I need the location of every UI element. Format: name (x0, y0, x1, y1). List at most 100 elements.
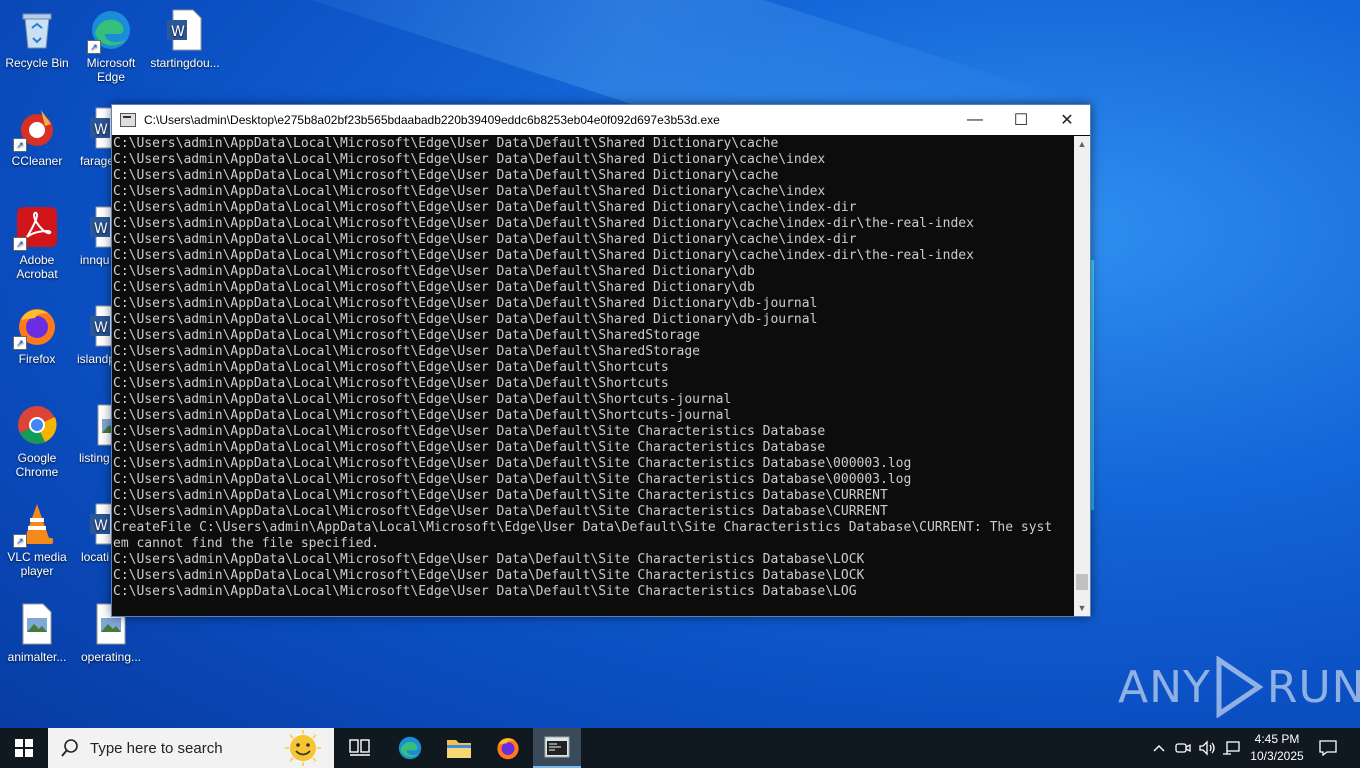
word-doc-icon: W (86, 106, 114, 150)
taskbar-firefox[interactable] (484, 728, 532, 768)
console-line: C:\Users\admin\AppData\Local\Microsoft\E… (113, 152, 826, 167)
console-line: C:\Users\admin\AppData\Local\Microsoft\E… (113, 424, 826, 439)
console-line: C:\Users\admin\AppData\Local\Microsoft\E… (113, 488, 888, 503)
console-line: C:\Users\admin\AppData\Local\Microsoft\E… (113, 440, 826, 455)
desktop-icon-google-chrome[interactable]: Google Chrome (0, 403, 74, 479)
desktop-icon-innqu[interactable]: W innqu (74, 205, 114, 267)
volume-button[interactable] (1196, 728, 1218, 768)
console-line: C:\Users\admin\AppData\Local\Microsoft\E… (113, 184, 826, 199)
desktop-icon-microsoft-edge[interactable]: ↗ Microsoft Edge (74, 8, 148, 84)
file-explorer-icon (447, 740, 471, 758)
desktop-icon-adobe-acrobat[interactable]: ↗ Adobe Acrobat (0, 205, 74, 281)
desktop-icon-label: islandp (77, 352, 114, 366)
desktop-icon-label: Adobe Acrobat (16, 253, 58, 281)
play-logo-icon (1216, 656, 1264, 718)
desktop-icon-vlc[interactable]: ↗ VLC media player (0, 502, 74, 578)
taskbar-file-explorer[interactable] (435, 728, 483, 768)
network-button[interactable] (1220, 728, 1242, 768)
desktop-icon-label: farage (80, 154, 114, 168)
acrobat-icon: ↗ (13, 205, 59, 251)
search-icon (61, 739, 78, 757)
desktop-icon-label: VLC media player (7, 550, 67, 578)
console-output[interactable]: C:\Users\admin\AppData\Local\Microsoft\E… (112, 136, 1074, 616)
console-line: C:\Users\admin\AppData\Local\Microsoft\E… (113, 344, 700, 359)
console-line: C:\Users\admin\AppData\Local\Microsoft\E… (113, 232, 857, 247)
desktop-icon-farage[interactable]: W farage (74, 106, 114, 168)
desktop-icon-label: locati (81, 550, 110, 564)
search-highlight-sun-icon (285, 730, 321, 766)
console-line: C:\Users\admin\AppData\Local\Microsoft\E… (113, 296, 818, 311)
console-line: C:\Users\admin\AppData\Local\Microsoft\E… (113, 248, 974, 263)
watermark-right: RUN (1266, 661, 1360, 713)
taskbar-search-box[interactable]: Type here to search (48, 728, 334, 768)
desktop-icon-firefox[interactable]: ↗ Firefox (0, 304, 74, 366)
taskbar-console[interactable] (533, 728, 581, 768)
svg-text:W: W (94, 518, 108, 534)
console-line: em cannot find the file specified. (113, 536, 380, 551)
console-line: C:\Users\admin\AppData\Local\Microsoft\E… (113, 264, 755, 279)
close-button[interactable]: ✕ (1044, 105, 1090, 135)
shortcut-arrow-icon: ↗ (13, 138, 27, 152)
desktop-icon-recycle-bin[interactable]: Recycle Bin (0, 8, 74, 70)
desktop-icon-listing[interactable]: listing (74, 403, 114, 465)
taskbar: Type here to search 4:45 PM 10/3/2025 (0, 728, 1360, 768)
word-doc-icon: W (86, 205, 114, 249)
desktop-icon-label: Microsoft Edge (86, 56, 136, 84)
desktop-icon-ccleaner[interactable]: ↗ CCleaner (0, 106, 74, 168)
notification-center-button[interactable] (1312, 728, 1344, 768)
console-line: C:\Users\admin\AppData\Local\Microsoft\E… (113, 280, 755, 295)
meet-now-icon (1175, 743, 1191, 753)
taskbar-edge[interactable] (386, 728, 434, 768)
meet-now-button[interactable] (1172, 728, 1194, 768)
window-titlebar[interactable]: C:\Users\admin\Desktop\e275b8a02bf23b565… (112, 105, 1090, 135)
start-button[interactable] (0, 728, 48, 768)
console-line: CreateFile C:\Users\admin\AppData\Local\… (113, 520, 1053, 535)
firefox-icon (497, 737, 519, 760)
taskbar-clock[interactable]: 4:45 PM 10/3/2025 (1242, 731, 1312, 765)
maximize-button[interactable]: ☐ (998, 105, 1044, 135)
minimize-button[interactable]: — (952, 105, 998, 135)
network-icon (1223, 741, 1240, 755)
recycle-bin-icon (15, 8, 59, 52)
desktop-icon-label: Firefox (18, 352, 56, 366)
console-line: C:\Users\admin\AppData\Local\Microsoft\E… (113, 392, 732, 407)
desktop-icon-label: Google Chrome (15, 451, 59, 479)
show-hidden-icons-button[interactable] (1150, 728, 1168, 768)
shortcut-arrow-icon: ↗ (87, 40, 101, 54)
desktop-icon-animalter[interactable]: animalter... (0, 602, 74, 664)
taskbar-task-view[interactable] (336, 728, 384, 768)
console-line: C:\Users\admin\AppData\Local\Microsoft\E… (113, 216, 974, 231)
edge-icon: ↗ (87, 8, 133, 54)
clock-date: 10/3/2025 (1250, 749, 1304, 763)
window-title: C:\Users\admin\Desktop\e275b8a02bf23b565… (144, 113, 720, 127)
edge-icon (398, 736, 422, 760)
desktop-icon-label: animalter... (7, 650, 67, 664)
windows-logo-icon (15, 739, 33, 757)
desktop-icon-locati[interactable]: W locati (74, 502, 114, 564)
word-doc-icon: W (86, 502, 114, 546)
console-line: C:\Users\admin\AppData\Local\Microsoft\E… (113, 168, 779, 183)
console-line: C:\Users\admin\AppData\Local\Microsoft\E… (113, 360, 669, 375)
chevron-up-icon (1153, 745, 1165, 752)
ccleaner-icon: ↗ (13, 106, 59, 152)
scrollbar-thumb[interactable] (1076, 574, 1088, 590)
console-line: C:\Users\admin\AppData\Local\Microsoft\E… (113, 136, 779, 151)
word-doc-icon: W (86, 304, 114, 348)
console-line: C:\Users\admin\AppData\Local\Microsoft\E… (113, 312, 818, 327)
firefox-icon: ↗ (13, 304, 59, 350)
shortcut-arrow-icon: ↗ (13, 534, 27, 548)
notification-icon (1319, 740, 1337, 756)
scroll-down-arrow-icon[interactable]: ▼ (1074, 600, 1090, 616)
console-line: C:\Users\admin\AppData\Local\Microsoft\E… (113, 456, 912, 471)
word-doc-icon: W (163, 8, 207, 52)
desktop-icon-islandp[interactable]: W islandp (74, 304, 114, 366)
svg-text:W: W (94, 122, 108, 138)
desktop-icon-startingdou[interactable]: W startingdou... (148, 8, 222, 70)
svg-text:W: W (171, 24, 185, 40)
console-window[interactable]: C:\Users\admin\Desktop\e275b8a02bf23b565… (111, 104, 1091, 617)
svg-text:W: W (94, 320, 108, 336)
anyrun-watermark: ANY RUN (1118, 656, 1360, 718)
console-line: C:\Users\admin\AppData\Local\Microsoft\E… (113, 472, 912, 487)
vertical-scrollbar[interactable]: ▲ ▼ (1074, 136, 1090, 616)
scroll-up-arrow-icon[interactable]: ▲ (1074, 136, 1090, 152)
